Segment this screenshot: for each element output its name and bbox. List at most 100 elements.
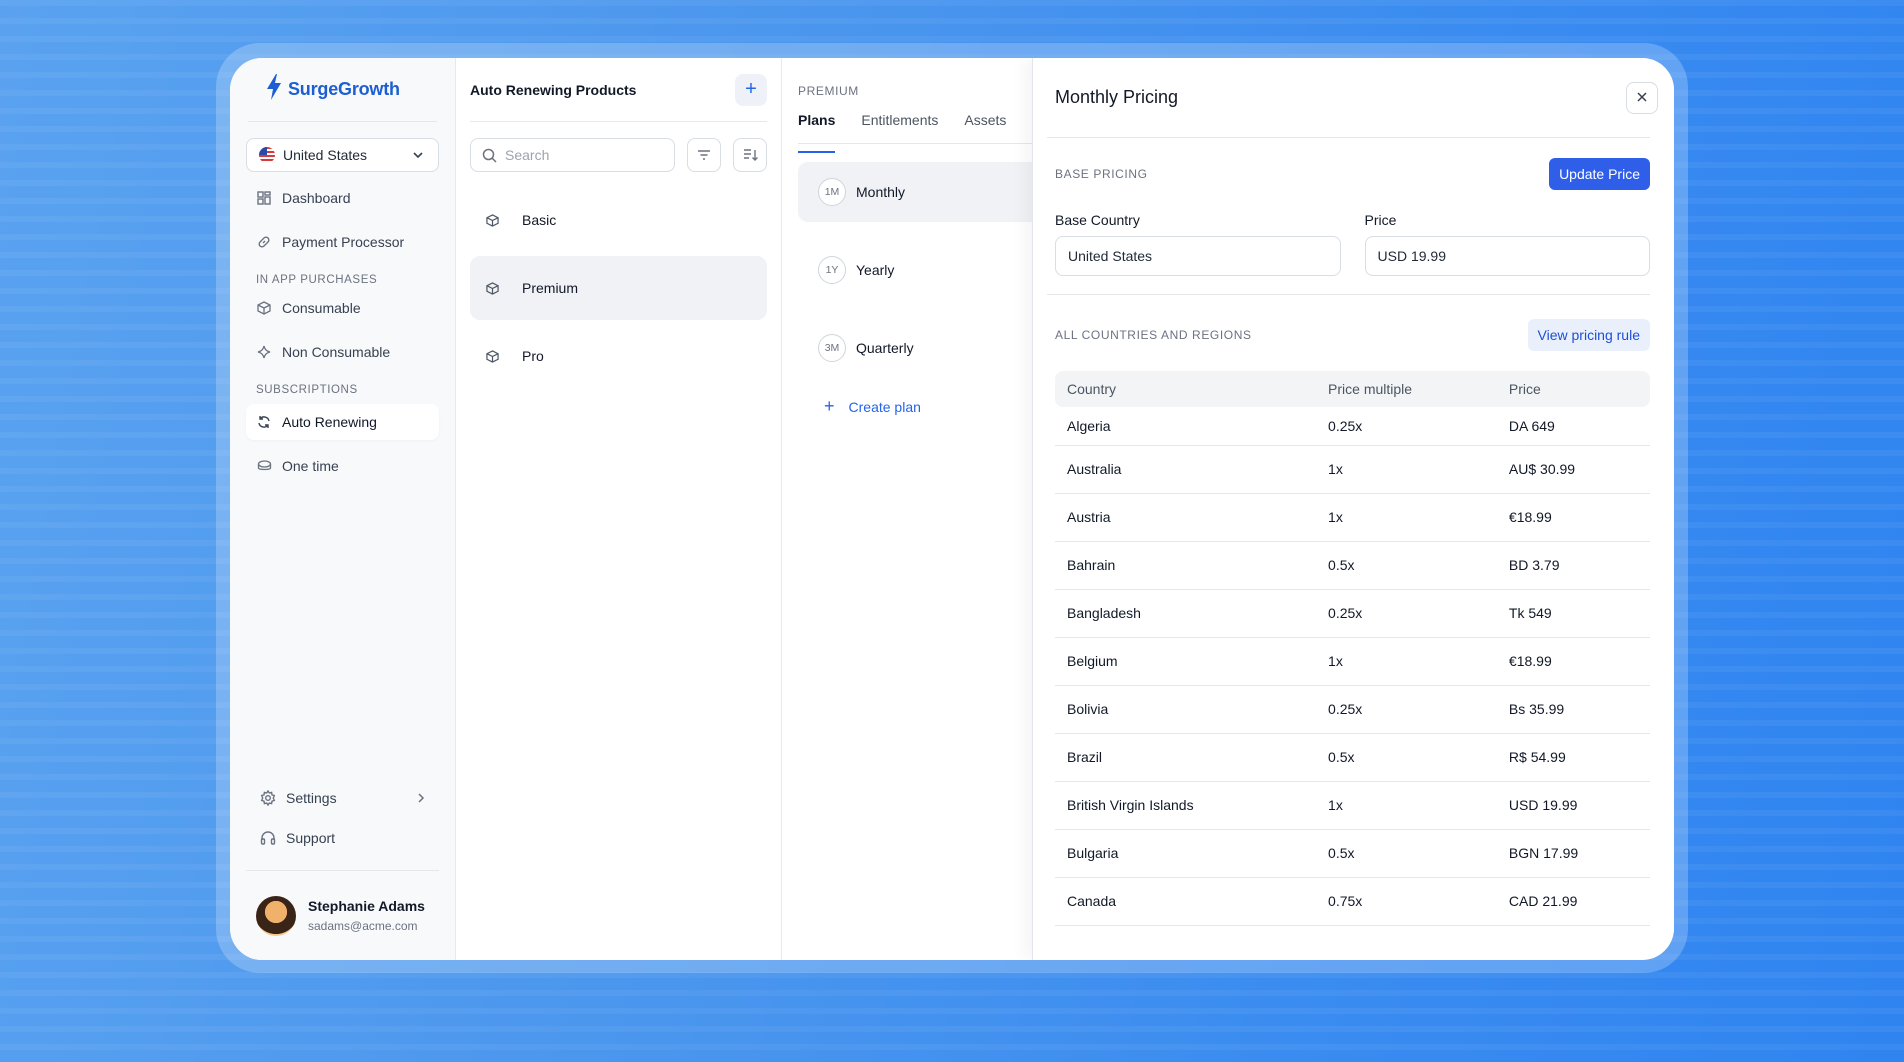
tab-assets[interactable]: Assets (964, 112, 1006, 143)
product-eyebrow: PREMIUM (798, 84, 859, 98)
plan-item-quarterly[interactable]: 3M Quarterly (798, 318, 1032, 378)
products-title: Auto Renewing Products (470, 81, 637, 98)
cell-price-multiple: 1x (1316, 637, 1497, 686)
cell-price: AU$ 30.99 (1496, 445, 1650, 494)
country-select[interactable]: United States (246, 138, 439, 172)
cell-price-multiple: 0.25x (1316, 407, 1497, 446)
update-price-button[interactable]: Update Price (1549, 158, 1650, 190)
product-item-pro[interactable]: Pro (470, 324, 767, 388)
column-header-multiple[interactable]: Price multiple (1316, 371, 1497, 407)
filter-button[interactable] (687, 138, 721, 172)
cell-price: R$ 54.99 (1496, 733, 1650, 782)
table-row[interactable]: Bahrain 0.5x BD 3.79 (1055, 541, 1650, 590)
column-header-country[interactable]: Country (1055, 371, 1316, 407)
cell-price-multiple: 1x (1316, 781, 1497, 830)
cell-price-multiple: 0.5x (1316, 733, 1497, 782)
all-countries-eyebrow: ALL COUNTRIES AND REGIONS (1055, 328, 1252, 342)
base-country-field: Base Country United States (1055, 212, 1341, 276)
products-toolbar: Search (470, 138, 767, 172)
base-pricing-eyebrow: BASE PRICING (1055, 167, 1148, 181)
table-row[interactable]: Canada 0.75x CAD 21.99 (1055, 877, 1650, 926)
cell-price: BGN 17.99 (1496, 829, 1650, 878)
pricing-drawer: Monthly Pricing BASE PRICING Update Pric… (1032, 58, 1674, 960)
nav-consumable[interactable]: Consumable (246, 290, 439, 326)
cell-price-multiple: 0.5x (1316, 541, 1497, 590)
user-email: sadams@acme.com (308, 919, 418, 933)
nav-support-label: Support (286, 830, 336, 846)
plans-panel: PREMIUM Plans Entitlements Assets 1M Mon… (782, 58, 1032, 960)
cell-price: BD 3.79 (1496, 541, 1650, 590)
cell-price: €18.99 (1496, 637, 1650, 686)
plan-label: Monthly (856, 184, 906, 200)
plan-item-monthly[interactable]: 1M Monthly (798, 162, 1032, 222)
cell-country: Australia (1055, 445, 1317, 494)
user-profile[interactable]: Stephanie Adams sadams@acme.com (246, 870, 439, 960)
cell-price-multiple: 0.75x (1316, 877, 1497, 926)
logo[interactable]: SurgeGrowth (248, 58, 437, 122)
create-plan-button[interactable]: + Create plan (798, 396, 1032, 417)
base-country-input[interactable]: United States (1055, 236, 1341, 276)
table-row[interactable]: Australia 1x AU$ 30.99 (1055, 445, 1650, 494)
cell-price: DA 649 (1496, 407, 1650, 446)
base-pricing-fields: Base Country United States Price USD 19.… (1047, 212, 1650, 276)
column-header-price[interactable]: Price (1497, 371, 1650, 407)
cube-icon (484, 212, 500, 228)
table-row[interactable]: British Virgin Islands 1x USD 19.99 (1055, 781, 1650, 830)
tab-plans[interactable]: Plans (798, 112, 836, 153)
products-header: Auto Renewing Products + (470, 58, 767, 122)
nav-support[interactable]: Support (246, 820, 439, 856)
refresh-icon (256, 414, 272, 430)
nav-one-time[interactable]: One time (246, 448, 439, 484)
cell-country: Canada (1055, 877, 1317, 926)
bolt-icon (266, 74, 282, 105)
cell-country: Algeria (1055, 407, 1317, 446)
close-icon (1637, 89, 1647, 107)
nav-settings[interactable]: Settings (246, 780, 439, 816)
cell-country: Austria (1055, 493, 1317, 542)
plus-icon: + (824, 396, 835, 416)
cell-country: Bulgaria (1055, 829, 1317, 878)
country-select-value: United States (283, 147, 368, 163)
close-button[interactable] (1626, 81, 1658, 114)
price-input[interactable]: USD 19.99 (1364, 236, 1650, 276)
table-row[interactable]: Austria 1x €18.99 (1055, 493, 1650, 542)
table-row[interactable]: Bolivia 0.25x Bs 35.99 (1055, 685, 1650, 734)
table-row[interactable]: Bangladesh 0.25x Tk 549 (1055, 589, 1650, 638)
pricing-title: Monthly Pricing (1055, 87, 1179, 107)
nav-settings-label: Settings (286, 790, 337, 806)
tab-entitlements[interactable]: Entitlements (861, 112, 938, 143)
nav-dashboard[interactable]: Dashboard (246, 180, 439, 216)
sidebar: SurgeGrowth United States Dashboard Paym… (230, 58, 456, 960)
table-row[interactable]: Brazil 0.5x R$ 54.99 (1055, 733, 1650, 782)
headset-icon (260, 830, 276, 846)
search-icon (481, 147, 497, 163)
table-row[interactable]: Bulgaria 0.5x BGN 17.99 (1055, 829, 1650, 878)
plus-icon: + (745, 78, 757, 100)
product-item-basic[interactable]: Basic (470, 188, 767, 252)
chevron-down-icon (410, 147, 426, 163)
base-country-label: Base Country (1055, 212, 1140, 228)
sort-icon (742, 147, 758, 163)
sort-button[interactable] (733, 138, 767, 172)
link-icon (256, 234, 272, 250)
product-search-input[interactable]: Search (470, 138, 675, 172)
nav-payment-processor[interactable]: Payment Processor (246, 224, 439, 260)
cell-price-multiple: 1x (1316, 493, 1497, 542)
plan-item-yearly[interactable]: 1Y Yearly (798, 240, 1032, 300)
divider (1047, 294, 1650, 295)
add-product-button[interactable]: + (735, 73, 767, 106)
cell-price: Bs 35.99 (1496, 685, 1650, 734)
plan-list: 1M Monthly 1Y Yearly 3M Quarterly (798, 162, 1032, 378)
view-pricing-rule-button[interactable]: View pricing rule (1527, 319, 1650, 351)
pricing-header: Monthly Pricing (1047, 58, 1658, 138)
table-row[interactable]: Algeria 0.25x DA 649 (1055, 407, 1650, 446)
cell-price-multiple: 0.25x (1316, 685, 1497, 734)
grid-icon (256, 190, 272, 206)
product-label: Basic (522, 212, 557, 228)
country-price-table: Country Price multiple Price Algeria 0.25… (1055, 371, 1650, 926)
nav-non-consumable[interactable]: Non Consumable (246, 334, 439, 370)
cell-price: €18.99 (1496, 493, 1650, 542)
table-row[interactable]: Belgium 1x €18.99 (1055, 637, 1650, 686)
nav-auto-renewing[interactable]: Auto Renewing (246, 404, 439, 440)
product-item-premium[interactable]: Premium (470, 256, 767, 320)
